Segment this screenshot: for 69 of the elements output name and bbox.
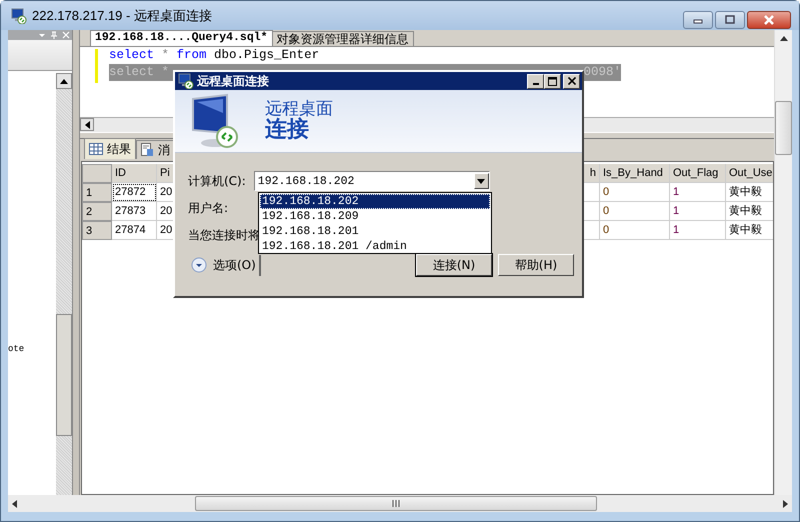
grid-icon [89, 143, 103, 155]
monitor-drawing [189, 93, 239, 149]
table-cell: 0 [600, 183, 670, 202]
horizontal-scrollbar[interactable] [8, 495, 792, 512]
dialog-button[interactable]: 连接(N) [416, 254, 492, 276]
remote-desktop-icon [178, 73, 194, 89]
banner-subtitle: 连接 [265, 118, 310, 142]
scroll-thumb[interactable] [195, 496, 597, 511]
restore-icon [724, 15, 736, 25]
close-icon [763, 15, 775, 25]
table-cell: 0 [600, 221, 670, 240]
close-icon [62, 31, 70, 39]
dropdown-item[interactable]: 192.168.18.202 [260, 194, 490, 209]
right-arrow-icon [783, 500, 788, 508]
row-header[interactable]: 3 [82, 221, 112, 240]
document-tab[interactable]: 对象资源管理器详细信息 [272, 31, 414, 46]
column-header[interactable]: Is_By_Hand [600, 164, 670, 183]
column-header[interactable]: Out_Use [726, 164, 773, 183]
computer-combobox[interactable]: 192.168.18.202 [254, 171, 490, 191]
tree-item-text: ote [8, 344, 24, 354]
dialog-title: 远程桌面连接 [197, 72, 270, 90]
table-cell: 27873 [112, 202, 157, 221]
result-tab[interactable]: 结果 [84, 138, 136, 159]
scroll-left-button[interactable] [80, 118, 94, 131]
options-button[interactable]: 选项(O) [188, 254, 261, 276]
dropdown-button[interactable] [474, 173, 489, 189]
scroll-thumb[interactable] [56, 314, 72, 436]
table-cell: 27872 [112, 183, 157, 202]
column-header[interactable]: ID [112, 164, 157, 183]
result-tab[interactable]: 消 [136, 140, 175, 159]
up-arrow-icon [60, 78, 68, 84]
table-cell: 1 [670, 202, 726, 221]
dialog-button[interactable]: 帮助(H) [498, 254, 574, 276]
grip-icon [392, 500, 400, 507]
vertical-scrollbar[interactable] [56, 73, 72, 495]
table-cell: 27874 [112, 221, 157, 240]
banner-title: 远程桌面 [265, 100, 333, 118]
expand-icon [191, 257, 207, 273]
code-line: select * from dbo.Pigs_Enter [109, 47, 320, 64]
document-icon [141, 143, 154, 157]
maximize-button[interactable] [544, 74, 561, 88]
table-cell: 1 [670, 221, 726, 240]
document-tab[interactable]: 192.168.18....Query4.sql* [90, 30, 273, 46]
change-marker [95, 49, 98, 83]
restore-button[interactable] [715, 11, 745, 29]
close-button[interactable] [747, 11, 791, 29]
pin-icon [50, 31, 58, 39]
left-arrow-icon [12, 500, 17, 508]
down-arrow-icon [477, 178, 486, 184]
code-line: select * [109, 64, 170, 81]
minimize-button[interactable] [683, 11, 713, 29]
scroll-up-button[interactable] [56, 73, 72, 89]
panel-toolbar [8, 40, 72, 71]
maximize-icon [548, 76, 557, 86]
code-line-end: 0098' [583, 64, 621, 81]
table-cell: 1 [670, 183, 726, 202]
remote-desktop-icon [11, 8, 27, 24]
close-icon [568, 77, 576, 85]
row-header[interactable]: 1 [82, 183, 112, 202]
window-title: 222.178.217.19 - 远程桌面连接 [32, 6, 213, 24]
up-arrow-icon [780, 36, 788, 41]
dropdown-item[interactable]: 192.168.18.201 /admin [260, 239, 490, 254]
scroll-thumb[interactable] [775, 101, 792, 155]
table-cell: 0 [600, 202, 670, 221]
row-header[interactable]: 2 [82, 202, 112, 221]
column-header[interactable]: Out_Flag [670, 164, 726, 183]
username-label: 用户名: [188, 200, 228, 217]
left-arrow-icon [84, 120, 90, 128]
vertical-scrollbar[interactable] [774, 30, 792, 495]
